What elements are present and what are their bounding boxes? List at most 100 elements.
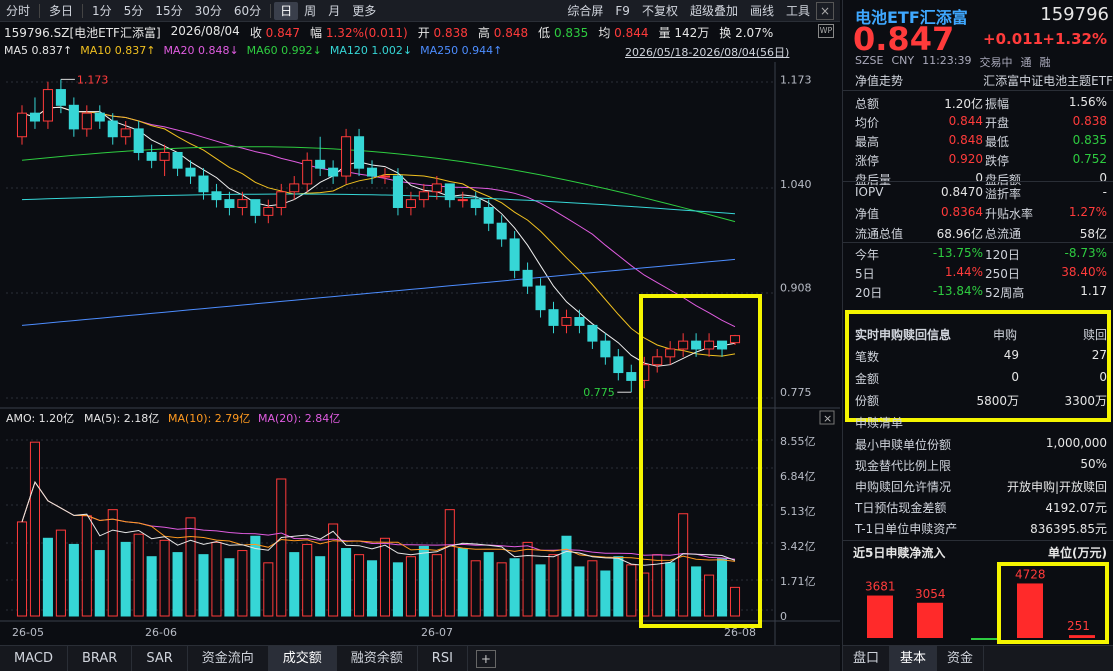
volume-bar[interactable] [198, 554, 209, 617]
volume-bar[interactable] [133, 533, 144, 617]
volume-bar[interactable] [418, 545, 429, 617]
period-tab-1[interactable]: 多日 [43, 2, 79, 20]
candle[interactable] [250, 199, 261, 216]
candle[interactable] [354, 136, 365, 169]
volume-bar[interactable] [94, 550, 105, 617]
panel-tab-0[interactable]: 盘口 [843, 645, 891, 671]
period-tab-6[interactable]: 60分 [228, 2, 267, 20]
indicator-tab-5[interactable]: 融资余额 [337, 645, 418, 671]
volume-bar[interactable] [55, 529, 66, 617]
candle[interactable] [289, 183, 300, 193]
tool-button-4[interactable]: 画线 [744, 2, 780, 20]
volume-bar[interactable] [444, 509, 455, 617]
volume-bar[interactable] [276, 478, 287, 617]
period-tab-5[interactable]: 30分 [189, 2, 228, 20]
candle[interactable] [405, 199, 416, 208]
candle[interactable] [263, 206, 274, 216]
candle[interactable] [470, 199, 481, 208]
volume-bar[interactable] [120, 541, 131, 617]
candle[interactable] [444, 183, 455, 201]
date-range[interactable]: 2026/05/18-2026/08/04(56日) [625, 44, 789, 60]
candle[interactable] [146, 151, 157, 161]
volume-bar[interactable] [665, 562, 676, 617]
indicator-tab-4[interactable]: 成交额 [268, 645, 337, 671]
candle[interactable] [613, 356, 624, 374]
period-tab-8[interactable]: 周 [298, 2, 322, 20]
candle[interactable] [678, 340, 689, 350]
tool-button-3[interactable]: 超级叠加 [684, 2, 744, 20]
volume-bar[interactable] [185, 517, 196, 617]
candle[interactable] [418, 191, 429, 201]
candle[interactable] [379, 175, 391, 178]
volume-bar[interactable] [496, 562, 507, 617]
candle[interactable] [483, 206, 494, 224]
candle[interactable] [626, 372, 637, 381]
volume-bar[interactable] [29, 441, 41, 617]
volume-bar[interactable] [16, 521, 28, 617]
volume-bar[interactable] [548, 554, 559, 617]
candle[interactable] [548, 309, 559, 326]
panel-tab-1[interactable]: 基本 [890, 645, 938, 671]
candle[interactable] [366, 167, 378, 177]
candle[interactable] [496, 222, 507, 240]
add-indicator-icon[interactable]: + [475, 649, 496, 668]
nav-trend-label[interactable]: 净值走势 [855, 72, 903, 89]
volume-bar[interactable] [600, 570, 611, 617]
tool-button-2[interactable]: 不复权 [636, 2, 684, 20]
volume-bar[interactable] [42, 537, 53, 617]
volume-bar[interactable] [354, 554, 365, 617]
candle[interactable] [159, 151, 170, 161]
indicator-tab-6[interactable]: RSI [418, 645, 468, 671]
volume-bar[interactable] [470, 560, 481, 617]
candle[interactable] [172, 151, 183, 169]
candle[interactable] [665, 348, 676, 358]
candle[interactable] [729, 335, 741, 344]
period-tab-2[interactable]: 1分 [86, 2, 118, 20]
candle[interactable] [81, 112, 92, 130]
candle[interactable] [704, 340, 715, 350]
volume-bar[interactable] [587, 560, 598, 617]
volume-bar[interactable] [729, 586, 741, 617]
volume-bar[interactable] [379, 537, 391, 617]
volume-bar[interactable] [691, 566, 702, 617]
candle[interactable] [691, 340, 702, 350]
nav-trend-row[interactable]: 净值走势 汇添富中证电池主题ETF [855, 72, 1113, 89]
candle[interactable] [574, 317, 585, 326]
volume-bar[interactable] [483, 552, 494, 617]
candle[interactable] [561, 317, 572, 326]
volume-bar[interactable] [704, 574, 715, 617]
candle[interactable] [16, 112, 28, 138]
candle[interactable] [211, 191, 222, 201]
candle[interactable] [276, 191, 287, 208]
candle[interactable] [457, 199, 468, 202]
tool-button-5[interactable]: 工具 [780, 2, 816, 20]
candle[interactable] [29, 112, 41, 122]
period-tab-3[interactable]: 5分 [118, 2, 150, 20]
period-tab-9[interactable]: 月 [322, 2, 346, 20]
volume-bar[interactable] [574, 566, 585, 617]
candle[interactable] [328, 167, 339, 177]
indicator-tab-2[interactable]: SAR [132, 645, 188, 671]
candle[interactable] [535, 285, 546, 311]
candle[interactable] [341, 136, 352, 177]
volume-bar[interactable] [315, 556, 326, 617]
volume-bar[interactable] [237, 550, 248, 617]
candle[interactable] [522, 269, 533, 287]
candle[interactable] [315, 159, 326, 169]
candle[interactable] [509, 238, 520, 271]
volume-bar[interactable] [81, 515, 92, 617]
candle[interactable] [237, 199, 248, 208]
volume-bar[interactable] [328, 523, 339, 617]
candle[interactable] [68, 104, 79, 130]
volume-bar[interactable] [509, 558, 520, 617]
kline-chart[interactable]: 1.173 1.040 0.908 0.775 1.173 0.775 AMO: 1.20亿… [0, 62, 840, 645]
candle[interactable] [185, 167, 196, 177]
candle[interactable] [133, 128, 144, 153]
candle[interactable] [652, 356, 663, 366]
candle[interactable] [42, 89, 53, 122]
panel-tab-2[interactable]: 资金 [937, 645, 985, 671]
volume-bar[interactable] [535, 564, 546, 617]
volume-bar[interactable] [716, 558, 728, 617]
candle[interactable] [716, 340, 728, 350]
period-tab-0[interactable]: 分时 [0, 2, 36, 20]
